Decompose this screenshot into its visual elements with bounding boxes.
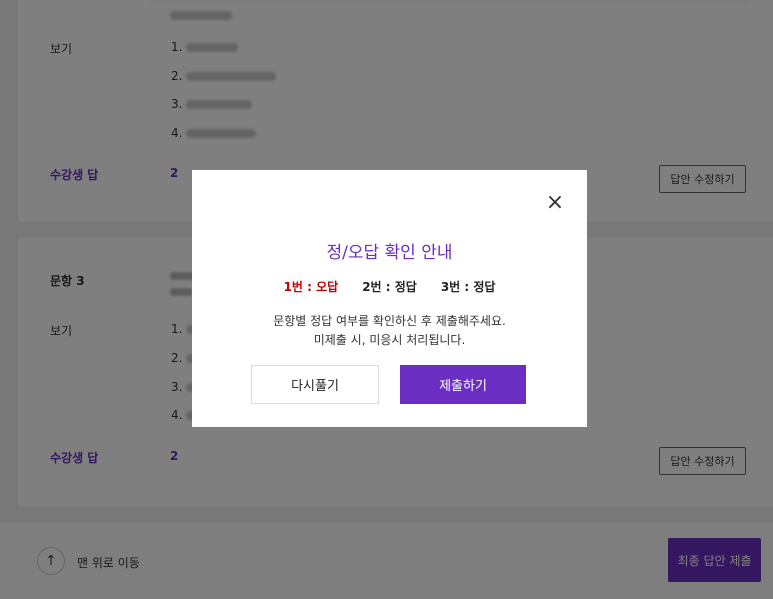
result-item-1: 1번 : 오답 — [283, 280, 339, 294]
result-summary: 1번 : 오답 2번 : 정답 3번 : 정답 — [192, 278, 587, 295]
submit-button[interactable]: 제출하기 — [400, 365, 526, 404]
modal-message-line-1: 문항별 정답 여부를 확인하신 후 제출해주세요. — [273, 314, 506, 328]
result-item-2: 2번 : 정답 — [362, 280, 417, 294]
close-icon[interactable]: × — [545, 192, 565, 214]
modal-title: 정/오답 확인 안내 — [326, 243, 453, 263]
retry-button[interactable]: 다시풀기 — [251, 365, 379, 404]
result-item-3: 3번 : 정답 — [440, 280, 496, 294]
modal-message-line-2: 미제출 시, 미응시 처리됩니다. — [313, 333, 466, 347]
